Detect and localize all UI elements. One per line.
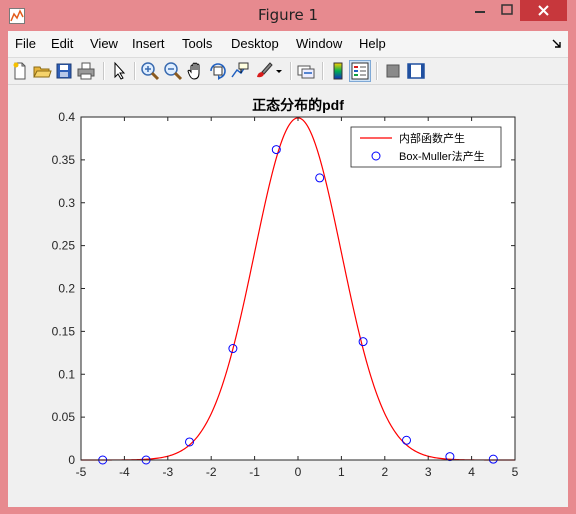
zoom-out-icon[interactable] [163,61,183,81]
x-tick-label: -2 [206,465,217,479]
y-tick-label: 0.35 [52,153,76,167]
insert-colorbar-icon[interactable] [328,61,348,81]
y-tick-label: 0.1 [58,367,75,381]
x-tick-label: 5 [512,465,519,479]
menu-view[interactable]: View [90,36,118,51]
save-icon[interactable] [54,61,74,81]
y-tick-label: 0.3 [58,196,75,210]
data-cursor-icon[interactable] [230,61,250,81]
open-file-icon[interactable] [32,61,52,81]
x-tick-label: 0 [295,465,302,479]
menu-desktop[interactable]: Desktop [231,36,279,51]
x-tick-label: -1 [249,465,260,479]
legend[interactable]: 内部函数产生 Box-Muller法产生 [350,126,502,168]
x-tick-label: 2 [381,465,388,479]
menu-file[interactable]: File [15,36,36,51]
menu-help[interactable]: Help [359,36,386,51]
menu-window[interactable]: Window [296,36,342,51]
y-tick-label: 0.25 [52,239,76,253]
toolbar-separator [376,62,378,80]
y-tick-label: 0.4 [58,110,75,124]
y-tick-label: 0.2 [58,282,75,296]
print-icon[interactable] [76,61,96,81]
toolbar-separator [322,62,324,80]
axes-background [81,117,515,460]
chart-title: 正态分布的pdf [252,97,344,113]
dock-arrow-icon[interactable] [552,39,562,49]
menu-tools[interactable]: Tools [182,36,212,51]
menu-bar: File Edit View Insert Tools Desktop Wind… [8,31,568,58]
toolbar-separator [290,62,292,80]
link-plot-icon[interactable] [296,61,316,81]
x-tick-label: 1 [338,465,345,479]
x-tick-label: -4 [119,465,130,479]
show-plot-tools-icon[interactable] [406,61,426,81]
figure-window: Figure 1 File Edit View Insert Tools Des… [0,0,576,514]
toolbar-separator [103,62,105,80]
figure-canvas: -5 -4 -3 -2 -1 0 1 2 3 4 5 0 0.05 0.1 0.15 0.2 0.25 0.3 0… [8,85,568,507]
edit-plot-arrow-icon[interactable] [109,61,129,81]
menu-edit[interactable]: Edit [51,36,73,51]
new-figure-icon[interactable] [10,61,30,81]
maximize-button[interactable] [494,0,520,21]
legend-label-box-muller: Box-Muller法产生 [399,149,485,163]
pdf-chart[interactable]: -5 -4 -3 -2 -1 0 1 2 3 4 5 0 0.05 0.1 0.15 0.2 0.25 0.3 0… [8,85,568,507]
menu-insert[interactable]: Insert [132,36,165,51]
pan-hand-icon[interactable] [186,61,206,81]
brush-icon[interactable] [254,61,274,81]
legend-label-builtin: 内部函数产生 [399,131,465,145]
figure-client: File Edit View Insert Tools Desktop Wind… [8,31,568,507]
title-bar[interactable]: Figure 1 [0,0,576,32]
close-button[interactable] [520,0,567,21]
zoom-in-icon[interactable] [140,61,160,81]
figure-toolbar [8,58,568,85]
x-tick-label: 3 [425,465,432,479]
minimize-button[interactable] [466,0,494,21]
hide-plot-tools-icon[interactable] [383,61,403,81]
y-tick-label: 0 [68,453,75,467]
x-tick-label: -5 [76,465,87,479]
insert-legend-icon[interactable] [349,60,371,82]
rotate-3d-icon[interactable] [208,61,228,81]
x-tick-label: -3 [162,465,173,479]
x-tick-label: 4 [468,465,475,479]
toolbar-separator [134,62,136,80]
y-tick-label: 0.15 [52,324,76,338]
brush-dropdown-icon[interactable] [274,61,284,81]
y-tick-label: 0.05 [52,410,76,424]
